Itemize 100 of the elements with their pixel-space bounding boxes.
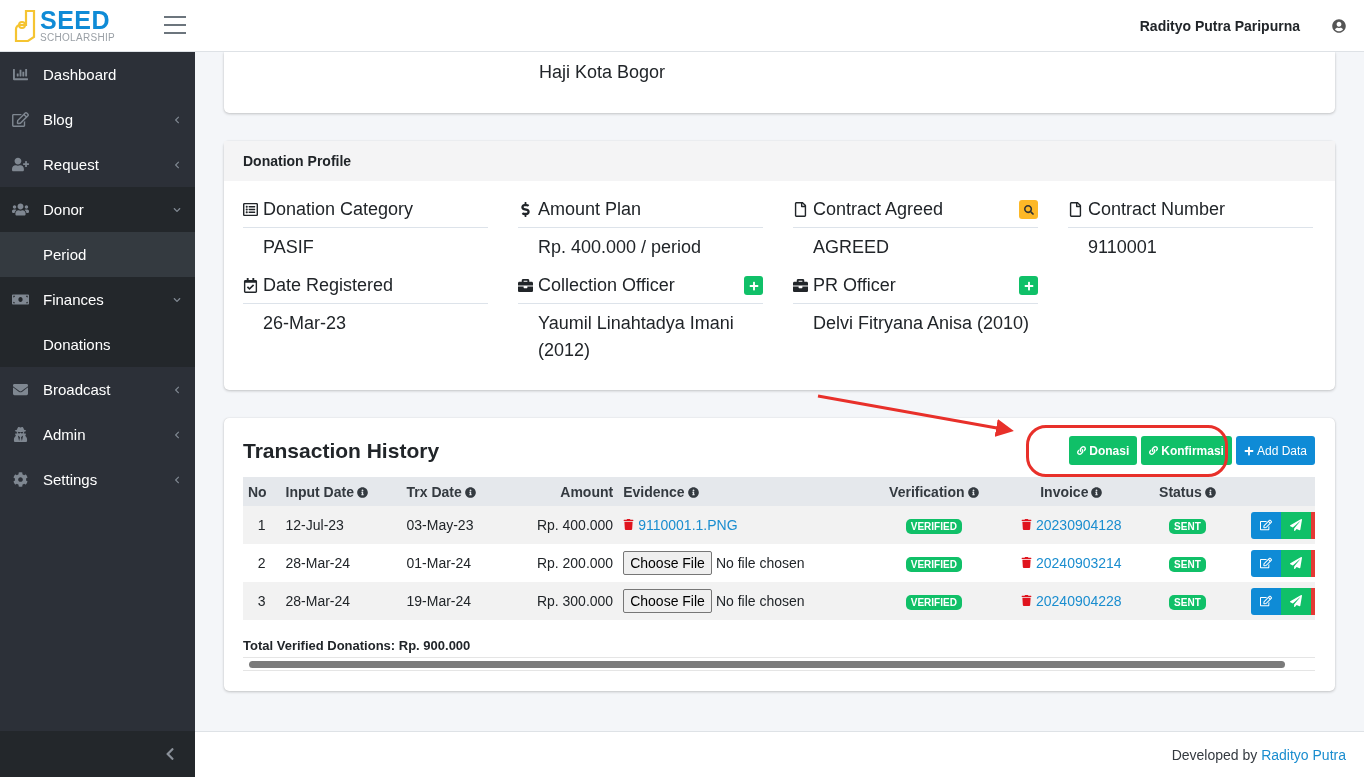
briefcase-icon <box>518 278 533 293</box>
file-status: No file chosen <box>715 555 805 571</box>
card-title: Donation Profile <box>243 153 352 169</box>
plus-icon <box>1243 445 1254 456</box>
sidebar-item[interactable]: Request <box>0 142 195 187</box>
field-label: Collection Officer <box>538 275 676 296</box>
add-button[interactable] <box>744 276 763 295</box>
chevron-left-icon <box>173 385 181 394</box>
column-header: Trx Date <box>401 477 506 506</box>
table-cell: 28-Mar-24 <box>280 582 402 620</box>
list-icon <box>243 202 258 217</box>
column-header: Input Date <box>280 477 402 506</box>
column-header: Evidence <box>618 477 869 506</box>
edit-button[interactable] <box>1251 511 1281 539</box>
table-cell: Rp. 200.000 <box>505 544 619 582</box>
add-button[interactable] <box>1019 276 1038 295</box>
briefcase-icon <box>793 278 808 293</box>
money-icon <box>12 292 29 307</box>
table-cell: 1 <box>243 506 281 544</box>
brand-name: SEED <box>40 8 111 33</box>
edit-icon <box>1260 595 1272 607</box>
choose-file-button[interactable]: Choose File <box>623 589 712 613</box>
table-cell: 01-Mar-24 <box>401 544 506 582</box>
sidebar-item[interactable]: Donor <box>0 187 195 232</box>
partial-button[interactable] <box>1311 587 1315 615</box>
sidebar-item[interactable]: Admin <box>0 412 195 457</box>
send-button[interactable] <box>1281 587 1311 615</box>
trash-icon[interactable] <box>1021 595 1032 606</box>
scrollbar[interactable] <box>243 657 1315 671</box>
plus-icon <box>1023 280 1034 291</box>
trash-icon[interactable] <box>623 519 635 530</box>
paper-plane-icon <box>1290 519 1302 531</box>
sidebar-item[interactable]: Broadcast <box>0 367 195 412</box>
verification-badge: VERIFIED <box>905 519 962 534</box>
sidebar-subitem[interactable]: Donations <box>0 322 195 367</box>
partial-button[interactable] <box>1311 549 1315 577</box>
partial-button[interactable] <box>1311 511 1315 539</box>
field-value: Delvi Fitryana Anisa (2010) <box>812 312 1031 335</box>
send-button[interactable] <box>1281 549 1311 577</box>
trash-icon[interactable] <box>1021 557 1032 568</box>
sidebar-item[interactable]: Blog <box>0 97 195 142</box>
chevron-left-icon <box>173 475 181 484</box>
table-cell: 28-Mar-24 <box>280 544 402 582</box>
menu-button[interactable] <box>164 16 186 34</box>
status-badge: SENT <box>1169 595 1206 610</box>
author-link[interactable]: Radityo Putra <box>1261 746 1346 763</box>
field-value: 26-Mar-23 <box>262 312 348 335</box>
trash-icon[interactable] <box>1021 519 1032 530</box>
choose-file-button[interactable]: Choose File <box>623 551 712 575</box>
edit-button[interactable] <box>1251 587 1281 615</box>
settings-icon <box>12 472 29 487</box>
brand-tagline: SCHOLARSHIP <box>40 33 115 43</box>
address-line: Haji Kota Bogor <box>539 62 667 83</box>
user-avatar-icon[interactable] <box>1332 18 1346 33</box>
field-label: Donation Category <box>263 199 415 220</box>
search-icon <box>1023 204 1034 215</box>
plus-icon <box>748 280 759 291</box>
field-label: Contract Number <box>1088 199 1227 220</box>
logo-icon <box>14 8 36 43</box>
edit-button[interactable] <box>1251 549 1281 577</box>
column-header: Invoice <box>998 477 1144 506</box>
column-header: Verification <box>868 477 999 506</box>
envelope-icon <box>12 382 29 397</box>
add-data-button[interactable]: Add Data <box>1235 436 1315 465</box>
total-text: Total Verified Donations: Rp. 900.000 <box>243 637 472 655</box>
status-badge: SENT <box>1169 519 1206 534</box>
table-cell: 19-Mar-24 <box>401 582 506 620</box>
agent-icon <box>12 427 29 442</box>
footer-text: Developed by Radityo Putra <box>1171 746 1346 763</box>
verification-badge: VERIFIED <box>905 595 962 610</box>
field-value: Yaumil Linahtadya Imani (2012) <box>537 312 735 362</box>
status-badge: SENT <box>1169 557 1206 572</box>
sidebar-item[interactable]: Finances <box>0 277 195 322</box>
table-cell: 03-May-23 <box>401 506 506 544</box>
link-icon <box>1149 446 1159 455</box>
column-header: No <box>243 477 281 506</box>
sidebar-item[interactable]: Settings <box>0 457 195 502</box>
table-cell: 2 <box>243 544 281 582</box>
search-button[interactable] <box>1019 200 1038 219</box>
link-icon <box>1077 446 1087 455</box>
column-header: Amount <box>505 477 619 506</box>
user-plus-icon <box>12 157 29 172</box>
invoice-link[interactable]: 20240903214 <box>1036 555 1122 571</box>
send-button[interactable] <box>1281 511 1311 539</box>
table-cell: Rp. 400.000 <box>505 506 619 544</box>
field-value: 9110001 <box>1087 236 1158 259</box>
calendar-icon <box>243 278 258 293</box>
sidebar-item[interactable]: Dashboard <box>0 52 195 97</box>
section-title: Transaction History <box>243 438 441 463</box>
sidebar-subitem[interactable]: Period <box>0 232 195 277</box>
chevron-down-icon <box>173 295 181 304</box>
file-icon <box>1068 202 1083 217</box>
edit-icon <box>1260 557 1272 569</box>
chevron-left-icon <box>173 160 181 169</box>
file-icon <box>793 202 808 217</box>
chevron-left-icon <box>173 430 181 439</box>
field-label: Contract Agreed <box>813 199 945 220</box>
file-status: No file chosen <box>715 593 805 609</box>
field-label: Date Registered <box>263 275 395 296</box>
verification-badge: VERIFIED <box>905 557 962 572</box>
